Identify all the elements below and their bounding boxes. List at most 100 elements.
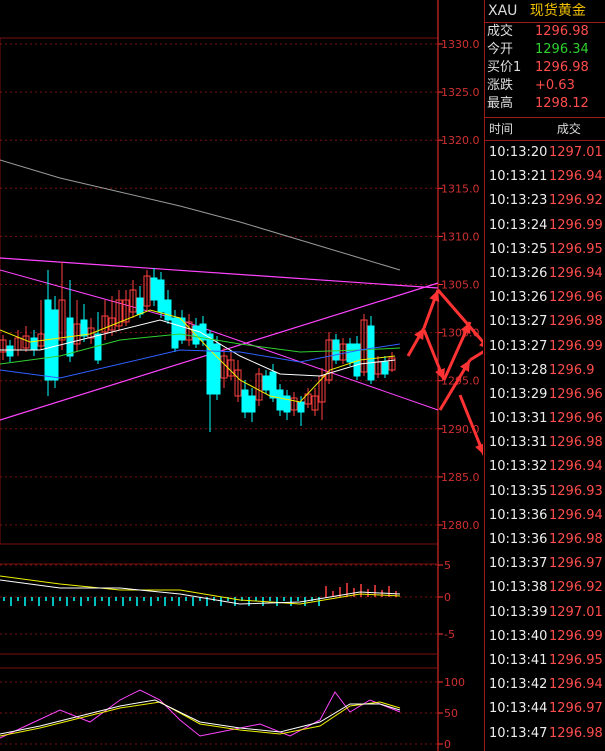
tick-row[interactable]: 10:13:26 1296.94 [485,262,605,286]
kdj-j-line [0,689,401,739]
tick-row[interactable]: 10:13:47 1296.98 [485,722,605,746]
tick-row[interactable]: 10:13:27 1296.98 [485,310,605,334]
macd-axis-label: 5 [444,559,451,572]
kdj-axis-label: 100 [444,676,465,689]
tick-price: 1296.92 [549,193,603,209]
candle-body [206,333,214,395]
candle-body [241,389,249,413]
kdj-k-line [0,699,401,735]
tick-time: 10:13:21 [489,169,548,185]
tick-price: 1296.95 [549,241,603,257]
tick-header-time: 时间 [489,122,514,136]
candle-body [262,375,270,391]
quote-row: 买价1 1296.98 [485,59,605,77]
kdj-d-line [0,701,401,737]
tick-price: 1296.94 [549,507,603,523]
tick-time: 10:13:47 [489,725,548,741]
quote-label: 今开 [487,42,514,57]
tick-row[interactable]: 10:13:21 1296.94 [485,165,605,189]
macd-axis-label: 0 [444,591,451,604]
tick-time: 10:13:40 [489,628,548,644]
tick-row[interactable]: 10:13:24 1296.99 [485,214,605,238]
tick-time: 10:13:23 [489,193,548,209]
price-axis-label: 1325.0 [441,86,480,99]
candle-body [381,361,389,375]
price-axis-label: 1315.0 [441,182,480,195]
quote-row: 今开 1296.34 [485,41,605,59]
tick-time: 10:13:20 [489,145,548,160]
tick-row[interactable]: 10:13:31 1296.96 [485,407,605,431]
tick-row[interactable]: 10:13:20 1297.01 [485,141,605,165]
tick-time: 10:13:31 [489,435,548,451]
tick-row[interactable]: 10:13:28 1296.9 [485,359,605,383]
symbol-code[interactable]: XAU [488,3,517,19]
tick-price: 1296.96 [549,411,603,427]
candle-body [248,395,256,413]
quote-value: 1296.34 [535,42,589,57]
arrow-long-up [469,350,483,362]
tick-row[interactable]: 10:13:42 1296.94 [485,673,605,697]
candle-body [283,395,291,413]
kdj-axis-label: 0 [444,738,451,751]
tick-row[interactable]: 10:13:40 1296.99 [485,625,605,649]
tick-time: 10:13:32 [489,459,548,475]
tick-time: 10:13:25 [489,241,548,257]
tick-row[interactable]: 10:13:25 1296.95 [485,238,605,262]
candle-body [51,309,59,381]
tick-time: 10:13:27 [489,338,548,354]
tick-price: 1296.92 [549,580,603,596]
candle-body [6,345,14,357]
tick-time: 10:13:29 [489,386,548,402]
candle-body [150,277,158,301]
tick-time: 10:13:27 [489,314,548,330]
price-axis-label: 1310.0 [441,230,480,243]
tick-price: 1296.96 [549,290,603,306]
symbol-name[interactable]: 现货黄金 [530,3,586,19]
tick-row[interactable]: 10:13:35 1296.93 [485,480,605,504]
tick-time: 10:13:24 [489,217,548,233]
tick-row[interactable]: 10:13:37 1296.97 [485,552,605,576]
tick-row[interactable]: 10:13:36 1296.98 [485,528,605,552]
candle-body [171,317,179,349]
tick-price: 1297.01 [549,604,603,620]
price-axis-label: 1320.0 [441,134,480,147]
candle-body [297,401,305,413]
tick-time: 10:13:31 [489,411,548,427]
tick-row[interactable]: 10:13:39 1297.01 [485,601,605,625]
tick-row[interactable]: 10:13:26 1296.96 [485,286,605,310]
quote-row: 成交 1296.98 [485,23,605,41]
tick-row[interactable]: 10:13:36 1296.94 [485,504,605,528]
resistance-trendline [0,257,439,289]
tick-time: 10:13:28 [489,362,548,378]
tick-price: 1297.01 [549,145,603,160]
main-frame [0,37,439,545]
candle-body [346,343,354,363]
tick-row[interactable]: 10:13:32 1296.94 [485,455,605,479]
tick-row[interactable]: 10:13:31 1296.98 [485,431,605,455]
tick-row[interactable]: 10:13:29 1296.96 [485,383,605,407]
kline-chart-svg[interactable]: 1330.01325.01320.01315.01310.01305.01300… [0,0,483,751]
tick-row[interactable]: 10:13:44 1296.97 [485,697,605,721]
quote-label: 成交 [487,24,514,39]
candle-body [332,339,340,361]
quote-label: 最高 [487,96,514,111]
candle-body [269,371,277,399]
kline-chart-area[interactable]: 1330.0 1325.0 1320.0 1315.0 1310.0 1305.0 1300… [0,0,483,751]
tick-price: 1296.93 [549,483,603,499]
quote-value: 1298.12 [535,96,589,111]
quote-value: 1296.98 [535,60,589,75]
kdj-axis-label: 50 [444,707,458,720]
candle-body [80,319,88,337]
tick-row[interactable]: 10:13:38 1296.92 [485,576,605,600]
tick-list[interactable]: 10:13:20 1297.01 10:13:21 1296.94 10:13:23 12… [485,141,605,746]
tick-price: 1296.98 [549,725,603,741]
tick-row[interactable]: 10:13:41 1296.95 [485,649,605,673]
tick-price: 1296.94 [549,677,603,693]
tick-row[interactable]: 10:13:27 1296.99 [485,335,605,359]
tick-price: 1296.95 [549,652,603,668]
candle-body [164,299,172,321]
tick-row[interactable]: 10:13:23 1296.92 [485,189,605,213]
tick-price: 1296.99 [549,338,603,354]
candle-body [157,279,165,313]
tick-header-price: 成交 [556,122,581,136]
